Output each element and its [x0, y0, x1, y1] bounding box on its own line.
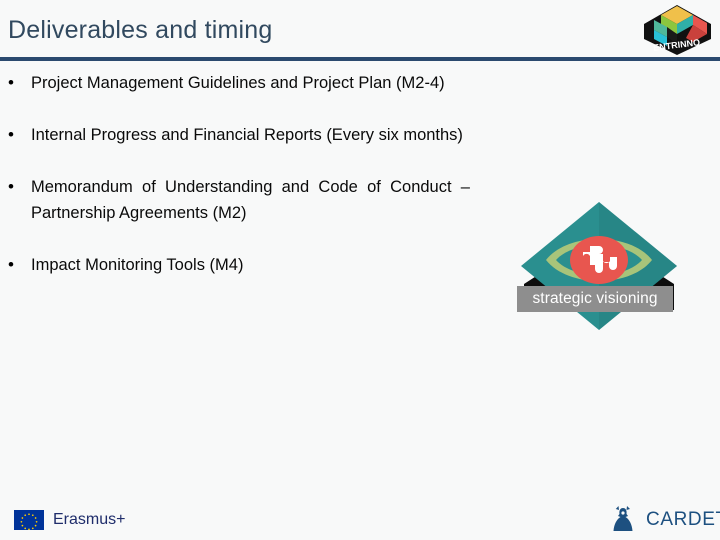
page-title: Deliverables and timing	[8, 16, 273, 44]
list-item: • Internal Progress and Financial Report…	[0, 122, 470, 148]
list-item: • Impact Monitoring Tools (M4)	[0, 252, 470, 278]
erasmus-plus-label: Erasmus+	[53, 511, 126, 528]
bullet-marker-icon: •	[8, 177, 14, 196]
bullet-marker-icon: •	[8, 125, 14, 144]
bullet-list: • Project Management Guidelines and Proj…	[0, 70, 470, 278]
eu-flag-icon	[14, 510, 44, 530]
list-item: • Memorandum of Understanding and Code o…	[0, 174, 470, 226]
bullet-marker-icon: •	[8, 255, 14, 274]
strategic-visioning-banner: strategic visioning	[517, 286, 673, 312]
list-item-text: Project Management Guidelines and Projec…	[31, 74, 445, 92]
title-divider	[0, 57, 720, 61]
list-item-text: Internal Progress and Financial Reports …	[31, 126, 463, 144]
strategic-visioning-logo: strategic visioning	[506, 198, 692, 334]
strategic-visioning-label: strategic visioning	[532, 290, 658, 308]
slide-header: Deliverables and timing ENTRINNO	[0, 0, 720, 62]
entrinno-logo: ENTRINNO	[641, 3, 713, 57]
list-item-text: Memorandum of Understanding and Code of …	[31, 178, 470, 222]
slide-canvas: Deliverables and timing ENTRINNO • Proje…	[0, 0, 720, 540]
cardet-label: CARDET	[646, 508, 720, 530]
erasmus-plus-logo: Erasmus+	[14, 508, 125, 532]
list-item: • Project Management Guidelines and Proj…	[0, 70, 470, 96]
cardet-mark-icon	[606, 503, 640, 535]
list-item-text: Impact Monitoring Tools (M4)	[31, 256, 244, 274]
cardet-logo: CARDET	[606, 503, 720, 535]
bullet-marker-icon: •	[8, 73, 14, 92]
